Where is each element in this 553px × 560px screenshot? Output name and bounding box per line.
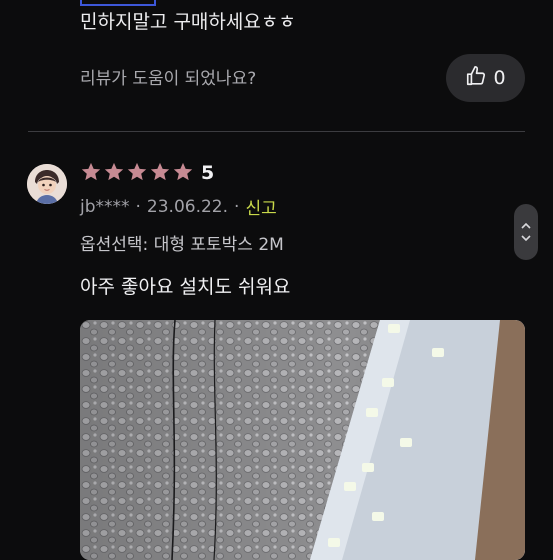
star-icon — [173, 162, 193, 181]
meta-separator: · — [135, 196, 141, 217]
scroll-control[interactable] — [514, 204, 538, 260]
helpful-question: 리뷰가 도움이 되었나요? — [80, 69, 257, 89]
review-meta: jb**** · 23.06.22. · 신고 — [80, 194, 277, 220]
report-link[interactable]: 신고 — [245, 194, 276, 219]
previous-review-line: 민하지말고 구매하세요ㅎㅎ — [80, 11, 296, 33]
star-icon — [104, 162, 124, 181]
previous-review-text: 민하지말고 구매하세요ㅎㅎ — [80, 0, 525, 36]
thumbs-up-icon — [465, 65, 487, 92]
chevron-up-icon[interactable] — [520, 221, 532, 231]
meta-separator: · — [234, 196, 240, 217]
review-text: 아주 좋아요 설치도 쉬워요 — [80, 276, 291, 298]
review-divider — [28, 131, 525, 132]
star-icon — [127, 162, 147, 181]
star-icon — [150, 162, 170, 181]
rating-stars — [80, 161, 194, 183]
review-photo[interactable] — [80, 320, 525, 560]
like-count: 0 — [493, 67, 506, 89]
star-icon — [81, 162, 101, 181]
avatar[interactable] — [27, 164, 67, 204]
like-button[interactable]: 0 — [446, 54, 525, 102]
chevron-down-icon[interactable] — [520, 233, 532, 243]
reviewer-name: jb**** — [80, 196, 130, 217]
review-date: 23.06.22. — [146, 196, 229, 217]
rating-score: 5 — [201, 162, 215, 184]
purchase-option: 옵션선택: 대형 포토박스 2M — [80, 235, 284, 255]
